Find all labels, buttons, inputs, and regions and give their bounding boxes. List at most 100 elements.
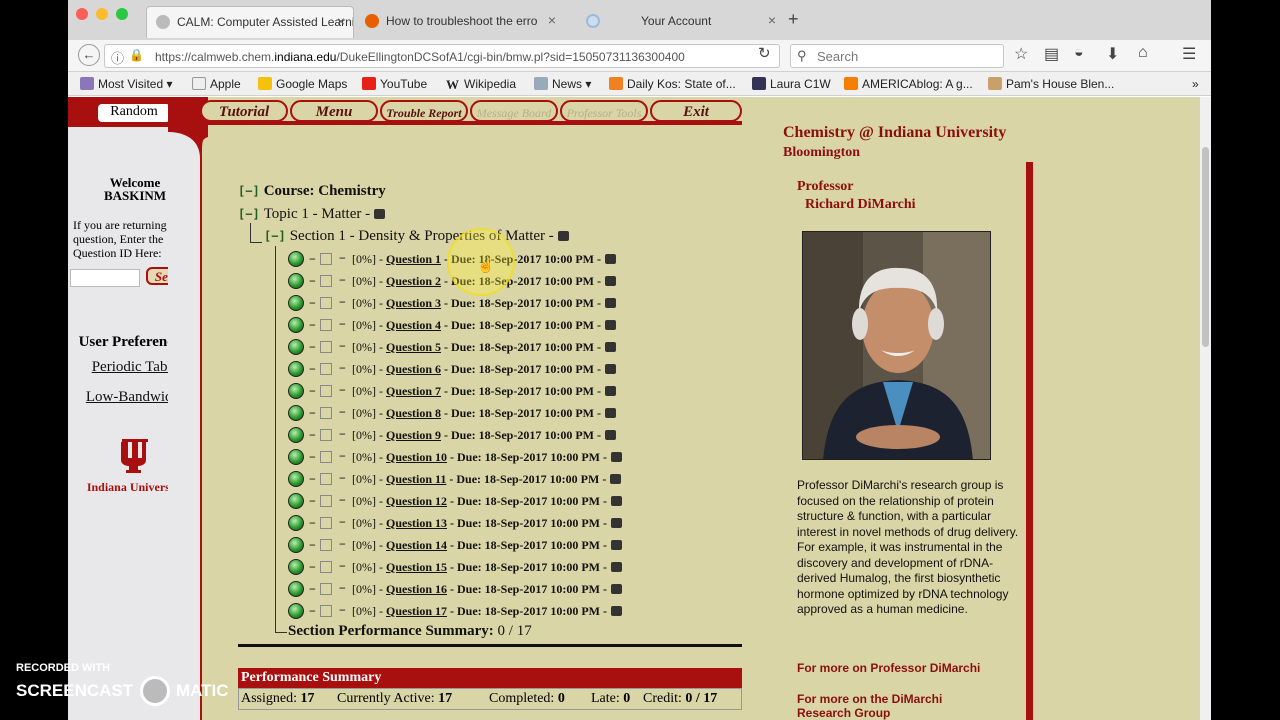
bookmark-laura[interactable]: Laura C1W bbox=[752, 77, 831, 91]
close-tab-icon[interactable]: × bbox=[768, 12, 776, 28]
question-id-input[interactable] bbox=[70, 269, 140, 287]
printer-icon[interactable] bbox=[611, 584, 622, 594]
question-checkbox[interactable] bbox=[320, 583, 332, 595]
status-ball-icon[interactable] bbox=[288, 427, 304, 443]
question-checkbox[interactable] bbox=[320, 275, 332, 287]
status-ball-icon[interactable] bbox=[288, 449, 304, 465]
printer-icon[interactable] bbox=[605, 342, 616, 352]
close-tab-icon[interactable]: × bbox=[548, 12, 556, 28]
question-checkbox[interactable] bbox=[320, 517, 332, 529]
zoom-window-button[interactable] bbox=[116, 8, 128, 20]
random-button[interactable]: Random bbox=[98, 104, 170, 122]
status-ball-icon[interactable] bbox=[288, 405, 304, 421]
question-link[interactable]: Question 4 bbox=[386, 318, 441, 332]
status-ball-icon[interactable] bbox=[288, 295, 304, 311]
url-bar[interactable]: ⓘ 🔒 https://calmweb.chem.indiana.edu/Duk… bbox=[104, 44, 780, 68]
professor-tools-button[interactable]: Professor Tools bbox=[560, 100, 648, 122]
printer-icon[interactable] bbox=[605, 320, 616, 330]
printer-icon[interactable] bbox=[557, 231, 569, 241]
minimize-window-button[interactable] bbox=[96, 8, 108, 20]
collapse-icon[interactable]: [−] bbox=[238, 184, 260, 198]
printer-icon[interactable] bbox=[611, 606, 622, 616]
bookmark-pams-house[interactable]: Pam's House Blen... bbox=[988, 77, 1114, 91]
status-ball-icon[interactable] bbox=[288, 493, 304, 509]
tab-troubleshoot[interactable]: How to troubleshoot the erro × bbox=[356, 6, 564, 38]
reading-list-icon[interactable]: ▤ bbox=[1044, 44, 1059, 64]
printer-icon[interactable] bbox=[605, 364, 616, 374]
question-link[interactable]: Question 11 bbox=[386, 472, 446, 486]
question-link[interactable]: Question 3 bbox=[386, 296, 441, 310]
question-checkbox[interactable] bbox=[320, 473, 332, 485]
menu-button[interactable]: Menu bbox=[290, 100, 378, 122]
printer-icon[interactable] bbox=[374, 209, 386, 219]
section-node[interactable]: [−] Section 1 - Density & Properties of M… bbox=[264, 228, 569, 245]
question-checkbox[interactable] bbox=[320, 451, 332, 463]
printer-icon[interactable] bbox=[605, 298, 616, 308]
search-box[interactable]: ⚲ Search bbox=[790, 44, 1004, 68]
collapse-icon[interactable]: [−] bbox=[264, 229, 286, 243]
bookmark-americablog[interactable]: AMERICAblog: A g... bbox=[844, 77, 973, 91]
question-checkbox[interactable] bbox=[320, 363, 332, 375]
tab-calm[interactable]: CALM: Computer Assisted Learni × bbox=[146, 6, 354, 38]
status-ball-icon[interactable] bbox=[288, 317, 304, 333]
question-link[interactable]: Question 12 bbox=[386, 494, 447, 508]
printer-icon[interactable] bbox=[611, 540, 622, 550]
tutorial-button[interactable]: Tutorial bbox=[200, 100, 288, 122]
bookmark-apple[interactable]: Apple bbox=[192, 77, 241, 91]
printer-icon[interactable] bbox=[611, 562, 622, 572]
professor-more-link[interactable]: For more on Professor DiMarchi bbox=[797, 661, 980, 675]
hamburger-menu-icon[interactable]: ☰ bbox=[1182, 44, 1196, 64]
home-icon[interactable]: ⌂ bbox=[1138, 44, 1148, 62]
question-link[interactable]: Question 14 bbox=[386, 538, 447, 552]
page-scrollbar[interactable] bbox=[1200, 97, 1211, 720]
question-checkbox[interactable] bbox=[320, 319, 332, 331]
reload-icon[interactable]: ↻ bbox=[758, 44, 771, 62]
printer-icon[interactable] bbox=[605, 386, 616, 396]
printer-icon[interactable] bbox=[605, 430, 616, 440]
research-group-link[interactable]: For more on the DiMarchi Research Group bbox=[797, 692, 957, 720]
status-ball-icon[interactable] bbox=[288, 251, 304, 267]
question-link[interactable]: Question 5 bbox=[386, 340, 441, 354]
question-link[interactable]: Question 10 bbox=[386, 450, 447, 464]
printer-icon[interactable] bbox=[610, 474, 622, 484]
question-link[interactable]: Question 8 bbox=[386, 406, 441, 420]
status-ball-icon[interactable] bbox=[288, 515, 304, 531]
question-checkbox[interactable] bbox=[320, 495, 332, 507]
download-icon[interactable]: ⬇ bbox=[1106, 44, 1119, 64]
bookmark-news[interactable]: News ▾ bbox=[534, 77, 591, 91]
message-board-button[interactable]: Message Board bbox=[470, 100, 558, 122]
bookmark-wikipedia[interactable]: W Wikipedia bbox=[446, 77, 516, 92]
printer-icon[interactable] bbox=[611, 496, 622, 506]
printer-icon[interactable] bbox=[605, 254, 616, 264]
question-link[interactable]: Question 7 bbox=[386, 384, 441, 398]
question-checkbox[interactable] bbox=[320, 385, 332, 397]
question-link[interactable]: Question 15 bbox=[386, 560, 447, 574]
question-link[interactable]: Question 9 bbox=[386, 428, 441, 442]
printer-icon[interactable] bbox=[611, 452, 622, 462]
question-link[interactable]: Question 16 bbox=[386, 582, 447, 596]
status-ball-icon[interactable] bbox=[288, 559, 304, 575]
status-ball-icon[interactable] bbox=[288, 339, 304, 355]
question-checkbox[interactable] bbox=[320, 407, 332, 419]
course-node[interactable]: [−] Course: Chemistry bbox=[238, 183, 386, 200]
back-arrow-icon[interactable]: ← bbox=[78, 44, 100, 66]
status-ball-icon[interactable] bbox=[288, 581, 304, 597]
status-ball-icon[interactable] bbox=[288, 537, 304, 553]
new-tab-icon[interactable]: + bbox=[788, 9, 799, 30]
tab-your-account[interactable]: Your Account × bbox=[576, 6, 784, 38]
question-checkbox[interactable] bbox=[320, 605, 332, 617]
question-link[interactable]: Question 17 bbox=[386, 604, 447, 618]
question-checkbox[interactable] bbox=[320, 429, 332, 441]
more-bookmarks-icon[interactable]: » bbox=[1192, 77, 1199, 91]
close-window-button[interactable] bbox=[76, 8, 88, 20]
scrollbar-thumb[interactable] bbox=[1202, 147, 1209, 347]
question-checkbox[interactable] bbox=[320, 561, 332, 573]
printer-icon[interactable] bbox=[605, 408, 616, 418]
pocket-icon[interactable]: ◒ bbox=[1074, 44, 1084, 62]
status-ball-icon[interactable] bbox=[288, 361, 304, 377]
printer-icon[interactable] bbox=[611, 518, 622, 528]
status-ball-icon[interactable] bbox=[288, 273, 304, 289]
bookmark-most-visited[interactable]: Most Visited ▾ bbox=[80, 77, 173, 91]
question-checkbox[interactable] bbox=[320, 341, 332, 353]
printer-icon[interactable] bbox=[605, 276, 616, 286]
